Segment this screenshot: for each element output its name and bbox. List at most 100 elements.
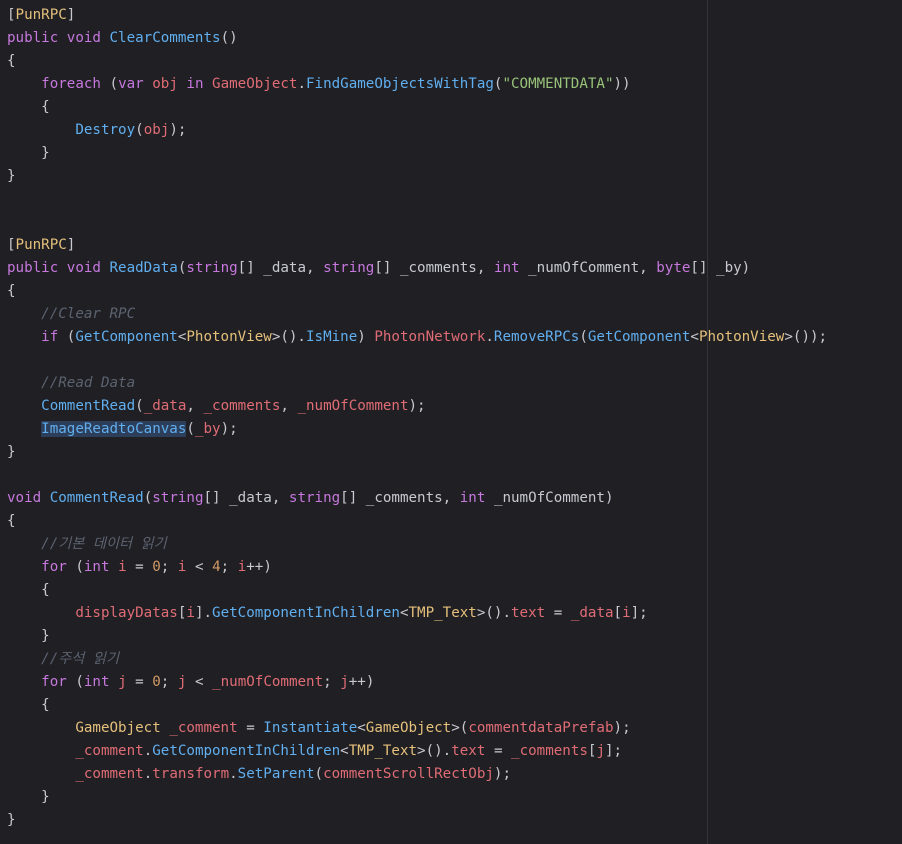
code-token: ; (323, 674, 341, 690)
code-line[interactable]: displayDatas[i].GetComponentInChildren<T… (7, 602, 647, 624)
code-token: for (41, 674, 76, 690)
code-token: >( (451, 720, 469, 736)
code-token: GameObject (365, 720, 452, 736)
code-line[interactable]: for (int i = 0; i < 4; i++) (7, 556, 272, 578)
code-token: GetComponent (587, 329, 691, 345)
code-token: [] (374, 260, 400, 276)
code-token: ( (75, 674, 84, 690)
code-token: ( (143, 490, 153, 506)
code-token: . (143, 766, 153, 782)
code-token: . (143, 743, 153, 759)
code-token: IsMine (305, 329, 358, 345)
code-token: SetParent (237, 766, 315, 782)
code-line[interactable]: } (7, 786, 50, 808)
code-line[interactable]: //기본 데이터 읽기 (7, 533, 167, 555)
code-token: _numOfComment (297, 398, 409, 414)
code-token: } (7, 789, 50, 805)
code-token: [] (340, 490, 366, 506)
code-token: j (596, 743, 605, 759)
code-token: . (297, 76, 306, 92)
code-line[interactable]: void CommentRead(string[] _data, string[… (7, 487, 614, 509)
code-token: ); (408, 398, 426, 414)
code-token: = (493, 743, 512, 759)
code-token: i (622, 605, 631, 621)
code-token: )) (613, 76, 631, 92)
code-token: } (7, 168, 16, 184)
code-token: i (118, 559, 136, 575)
code-token: { (7, 283, 16, 299)
code-token: transform (152, 766, 230, 782)
code-token: PunRPC (15, 237, 67, 253)
code-line[interactable]: //Clear RPC (7, 303, 135, 325)
code-token: , (476, 260, 494, 276)
code-token: void (7, 490, 50, 506)
code-token: var (118, 76, 153, 92)
code-token: GetComponent (75, 329, 178, 345)
code-line[interactable]: for (int j = 0; j < _numOfComment; j++) (7, 671, 374, 693)
code-token: [ (613, 605, 623, 621)
code-line[interactable]: { (7, 96, 50, 118)
code-token: , (186, 398, 204, 414)
code-token: } (7, 812, 16, 828)
code-token: < (194, 559, 213, 575)
code-token: ClearComments (109, 30, 221, 46)
code-token: } (7, 145, 50, 161)
code-editor[interactable]: [PunRPC] public void ClearComments(){ for… (0, 0, 902, 844)
code-token: = (553, 605, 571, 621)
code-token: ; (160, 559, 178, 575)
code-line[interactable]: _comment.GetComponentInChildren<TMP_Text… (7, 740, 622, 762)
code-token: _data (229, 490, 272, 506)
code-line[interactable]: public void ClearComments() (7, 27, 238, 49)
code-line[interactable]: { (7, 280, 16, 302)
column-guide (707, 0, 708, 844)
code-token: ImageReadtoCanvas (41, 421, 187, 437)
code-token: = (135, 559, 153, 575)
code-token: [] (237, 260, 264, 276)
code-line[interactable]: _comment.transform.SetParent(commentScro… (7, 763, 511, 785)
code-token: ]; (605, 743, 623, 759)
code-line[interactable]: public void ReadData(string[] _data, str… (7, 257, 750, 279)
code-line[interactable]: } (7, 625, 50, 647)
code-token: ] (66, 7, 76, 23)
code-line[interactable]: [PunRPC] (7, 4, 75, 26)
code-line[interactable]: } (7, 142, 50, 164)
code-token: PhotonNetwork (374, 329, 486, 345)
code-line[interactable]: GameObject _comment = Instantiate<GameOb… (7, 717, 630, 739)
code-line[interactable]: //Read Data (7, 372, 135, 394)
code-token: ) (357, 329, 375, 345)
code-line[interactable]: { (7, 694, 50, 716)
code-line[interactable]: if (GetComponent<PhotonView>().IsMine) P… (7, 326, 827, 348)
code-token: int (83, 674, 119, 690)
code-line[interactable]: ImageReadtoCanvas(_by); (7, 418, 238, 440)
code-line[interactable]: { (7, 579, 50, 601)
code-token: string (152, 490, 204, 506)
code-token: _comments (511, 743, 588, 759)
code-token: ) (604, 490, 614, 506)
code-line[interactable]: } (7, 441, 16, 463)
code-token: public (7, 260, 67, 276)
code-line[interactable]: { (7, 50, 16, 72)
code-line[interactable]: CommentRead(_data, _comments, _numOfComm… (7, 395, 426, 417)
code-token: PunRPC (15, 7, 67, 23)
code-token: , (280, 398, 298, 414)
code-line[interactable]: //주석 읽기 (7, 648, 119, 670)
code-token: void (66, 260, 110, 276)
code-line[interactable]: { (7, 510, 16, 532)
code-line[interactable]: } (7, 165, 16, 187)
code-token: = (246, 720, 264, 736)
code-token: ( (135, 122, 144, 138)
code-line[interactable]: [PunRPC] (7, 234, 75, 256)
code-token: = (135, 674, 153, 690)
code-token: >(). (476, 605, 512, 621)
code-token: { (7, 582, 50, 598)
code-line[interactable]: Destroy(obj); (7, 119, 186, 141)
code-token: _data (570, 605, 614, 621)
code-line[interactable]: foreach (var obj in GameObject.FindGameO… (7, 73, 631, 95)
code-token: string (288, 490, 341, 506)
code-token: { (7, 99, 50, 115)
code-line[interactable]: } (7, 809, 16, 831)
code-token: byte (656, 260, 691, 276)
